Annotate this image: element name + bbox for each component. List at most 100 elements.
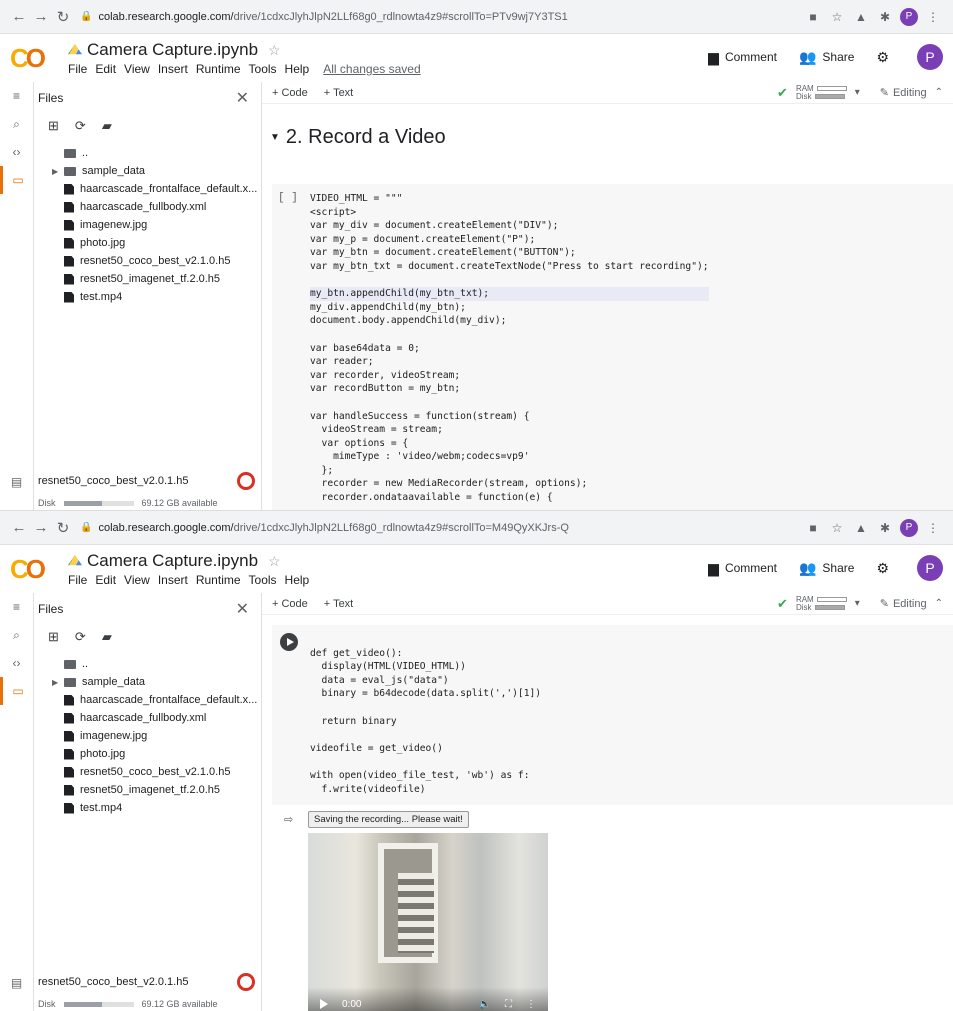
profile-avatar[interactable]: P	[900, 7, 918, 26]
code-editor[interactable]: VIDEO_HTML = """ <script> var my_div = doc…	[310, 192, 709, 505]
tree-item-sample-data[interactable]: ▶ sample_data	[34, 162, 261, 180]
menu-tools[interactable]: Tools	[249, 573, 277, 587]
code-line[interactable]	[310, 701, 541, 715]
code-line[interactable]: var handleSuccess = function(stream) {	[310, 410, 709, 424]
chevron-down-icon[interactable]: ▾	[855, 87, 860, 98]
share-button[interactable]: 👥 Share	[799, 560, 854, 577]
add-text-button[interactable]: + Text	[324, 87, 353, 99]
run-cell-button[interactable]	[280, 633, 298, 651]
code-line[interactable]	[310, 633, 541, 647]
upload-file-icon[interactable]: ⊞	[48, 629, 59, 645]
notebook-title[interactable]: Camera Capture.ipynb	[87, 551, 258, 571]
menu-view[interactable]: View	[124, 573, 150, 587]
menu-edit[interactable]: Edit	[95, 573, 116, 587]
reload-icon[interactable]: ↻	[52, 8, 74, 26]
menu-view[interactable]: View	[124, 62, 150, 76]
tree-item-file[interactable]: resnet50_coco_best_v2.1.0.h5	[34, 252, 261, 270]
comment-button[interactable]: ▆ Comment	[708, 560, 777, 577]
chevron-down-icon[interactable]: ▾	[855, 598, 860, 609]
code-line[interactable]	[310, 274, 709, 288]
tree-item-file[interactable]: haarcascade_frontalface_default.x...	[34, 180, 261, 198]
forward-icon[interactable]: →	[30, 519, 52, 536]
add-code-button[interactable]: + Code	[272, 87, 308, 99]
search-icon[interactable]: ⌕	[0, 110, 33, 138]
code-line[interactable]: videoStream = stream;	[310, 423, 709, 437]
code-line[interactable]: binary = b64decode(data.split(',')[1])	[310, 687, 542, 701]
account-avatar[interactable]: P	[917, 44, 943, 70]
editing-mode-button[interactable]: ✎ Editing	[880, 597, 927, 611]
tree-item-file[interactable]: photo.jpg	[34, 745, 261, 763]
add-text-button[interactable]: + Text	[324, 598, 353, 610]
code-line[interactable]: my_div.appendChild(my_btn);	[310, 301, 709, 315]
code-line[interactable]: var my_div = document.createElement("DIV…	[310, 219, 709, 233]
search-icon[interactable]: ⌕	[0, 621, 33, 649]
extensions-icon[interactable]: ✱	[873, 521, 897, 535]
code-line[interactable]: var recordButton = my_btn;	[310, 382, 709, 396]
code-line[interactable]: var options = {	[310, 437, 709, 451]
collapse-icon[interactable]: ⌃	[935, 87, 943, 98]
code-line[interactable]: var my_p = document.createElement("P");	[310, 233, 709, 247]
menu-file[interactable]: File	[68, 62, 87, 76]
code-line[interactable]: recorder = new MediaRecorder(stream, opt…	[310, 477, 709, 491]
code-line[interactable]	[310, 728, 541, 742]
menu-help[interactable]: Help	[285, 573, 310, 587]
code-snippets-icon[interactable]: ‹›	[0, 649, 33, 677]
code-line[interactable]: my_btn.appendChild(my_btn_txt);	[310, 287, 709, 301]
tree-item-file[interactable]: haarcascade_fullbody.xml	[34, 709, 261, 727]
tree-item-file[interactable]: haarcascade_frontalface_default.x...	[34, 691, 261, 709]
url-field[interactable]: 🔒 colab.research.google.com/drive/1cdxcJ…	[80, 522, 801, 534]
code-line[interactable]: videofile = get_video()	[310, 742, 541, 756]
more-icon[interactable]: ⋮	[921, 10, 945, 24]
bookmark-star-icon[interactable]: ☆	[825, 521, 849, 535]
camera-icon[interactable]: ■	[801, 521, 825, 535]
back-icon[interactable]: ←	[8, 519, 30, 536]
code-cell[interactable]: def get_video(): display(HTML(VIDEO_HTML…	[272, 625, 953, 805]
toc-icon[interactable]: ≡	[0, 82, 33, 110]
tree-item-file[interactable]: resnet50_imagenet_tf.2.0.h5	[34, 781, 261, 799]
settings-button[interactable]: ⚙	[876, 560, 895, 577]
drive-icon[interactable]: ▲	[849, 521, 873, 535]
code-line[interactable]	[310, 755, 541, 769]
code-line[interactable]: <script>	[310, 206, 709, 220]
files-icon[interactable]: ▭	[0, 677, 33, 705]
refresh-folder-icon[interactable]: ⟳	[75, 629, 86, 645]
code-line[interactable]: data = eval_js("data")	[310, 674, 541, 688]
editing-mode-button[interactable]: ✎ Editing	[880, 86, 927, 100]
share-button[interactable]: 👥 Share	[799, 49, 854, 66]
code-cell[interactable]: [ ] VIDEO_HTML = """ <script> var my_div =…	[272, 184, 953, 510]
tree-item-parent[interactable]: ..	[34, 144, 261, 162]
menu-tools[interactable]: Tools	[249, 62, 277, 76]
files-icon[interactable]: ▭	[0, 166, 33, 194]
menu-help[interactable]: Help	[285, 62, 310, 76]
more-options-icon[interactable]: ⋮	[526, 999, 536, 1010]
close-icon[interactable]: ✕	[236, 88, 249, 108]
resource-monitor[interactable]: RAM Disk	[796, 84, 847, 101]
code-line[interactable]	[310, 328, 709, 342]
star-icon[interactable]: ☆	[268, 553, 281, 570]
tree-item-file[interactable]: haarcascade_fullbody.xml	[34, 198, 261, 216]
tree-item-file[interactable]: photo.jpg	[34, 234, 261, 252]
toc-icon[interactable]: ≡	[0, 593, 33, 621]
code-line[interactable]: return binary	[310, 715, 541, 729]
menu-runtime[interactable]: Runtime	[196, 62, 241, 76]
code-line[interactable]: with open(video_file_test, 'wb') as f:	[310, 769, 541, 783]
collapse-icon[interactable]: ⌃	[935, 598, 943, 609]
code-line[interactable]: };	[310, 464, 709, 478]
star-icon[interactable]: ☆	[268, 42, 281, 59]
terminal-icon[interactable]: ▤	[0, 969, 33, 997]
bookmark-star-icon[interactable]: ☆	[825, 10, 849, 24]
play-icon[interactable]	[320, 999, 328, 1009]
menu-insert[interactable]: Insert	[158, 62, 188, 76]
code-line[interactable]: f.write(videofile)	[310, 783, 541, 797]
tree-item-file[interactable]: test.mp4	[34, 288, 261, 306]
tree-item-file[interactable]: imagenew.jpg	[34, 216, 261, 234]
forward-icon[interactable]: →	[30, 8, 52, 25]
code-line[interactable]: display(HTML(VIDEO_HTML))	[310, 660, 541, 674]
code-line[interactable]: var recorder, videoStream;	[310, 369, 709, 383]
menu-runtime[interactable]: Runtime	[196, 573, 241, 587]
recording-status-button[interactable]: Saving the recording... Please wait!	[308, 811, 469, 828]
volume-icon[interactable]: 🔈	[479, 999, 491, 1010]
chevron-right-icon[interactable]: ▶	[52, 678, 64, 687]
chevron-right-icon[interactable]: ▶	[52, 167, 64, 176]
code-line[interactable]: var reader;	[310, 355, 709, 369]
